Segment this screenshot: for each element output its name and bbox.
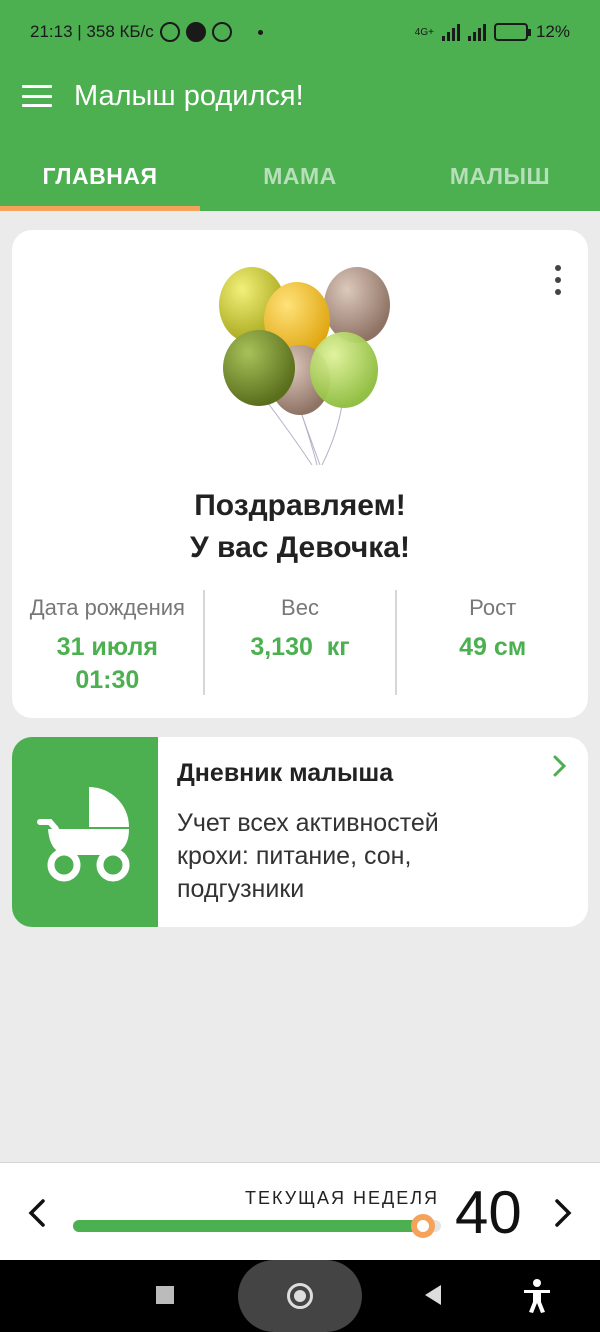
diary-icon-box [12, 737, 158, 927]
week-progress-track [73, 1214, 441, 1238]
stat-label: Вес [281, 595, 319, 620]
congrats-message: Поздравляем! У вас Девочка! [12, 485, 588, 569]
tab-mom[interactable]: МАМА [200, 140, 400, 211]
baby-diary-card[interactable]: Дневник малыша Учет всех активностей кро… [12, 737, 588, 927]
diary-description: Учет всех активностей крохи: питание, со… [177, 809, 439, 903]
signal-icon [441, 23, 460, 41]
next-week-chevron-icon[interactable] [548, 1193, 578, 1233]
status-left: 21:13 | 358 КБ/с [30, 22, 263, 42]
birth-time-value: 01:30 [75, 666, 140, 694]
birth-stats: Дата рождения 31 июля 01:30 Вес 3,130 кг… [12, 590, 588, 695]
balloons-illustration [219, 267, 390, 466]
stat-value: 31 июля 01:30 [12, 631, 203, 697]
birth-summary-card: Поздравляем! У вас Девочка! Дата рождени… [12, 230, 588, 718]
prev-week-chevron-icon[interactable] [22, 1193, 52, 1233]
app-title: Малыш родился! [74, 79, 304, 112]
system-nav-bar [0, 1260, 600, 1332]
current-week-panel: ТЕКУЩАЯ НЕДЕЛЯ 40 [0, 1162, 600, 1260]
status-bar: 21:13 | 358 КБ/с 4G+ 12% [0, 0, 600, 64]
stat-weight: Вес 3,130 кг [202, 590, 396, 695]
current-week-label: ТЕКУЩАЯ НЕДЕЛЯ [245, 1188, 440, 1208]
stat-height: Рост 49 см [395, 590, 588, 695]
current-week-number: 40 [455, 1179, 522, 1246]
status-right: 4G+ 12% [415, 22, 570, 42]
week-progress-knob[interactable] [410, 1214, 435, 1238]
network-type: 4G+ [414, 26, 434, 38]
height-value: 49 см [459, 633, 527, 661]
stat-label: Рост [469, 595, 517, 620]
weight-value: 3,130 кг [250, 633, 350, 661]
birth-date-value: 31 июля [56, 633, 158, 661]
more-vertical-icon[interactable] [553, 265, 563, 295]
app-bar: 21:13 | 358 КБ/с 4G+ 12% Малыш родился! … [0, 0, 600, 211]
status-time: 21:13 | 358 КБ/с [30, 22, 154, 41]
hamburger-menu-icon[interactable] [22, 85, 52, 107]
congrats-line2: У вас Девочка! [190, 531, 410, 564]
back-triangle-icon[interactable] [425, 1285, 441, 1305]
signal-icon-2 [467, 23, 486, 41]
week-progress-fill [73, 1220, 423, 1232]
more-notifications-dot-icon [257, 29, 263, 35]
chevron-right-icon[interactable] [547, 754, 571, 778]
battery-percent: 12% [535, 22, 570, 41]
tab-baby[interactable]: МАЛЫШ [400, 140, 600, 211]
tab-main[interactable]: ГЛАВНАЯ [0, 140, 200, 211]
accessibility-icon[interactable] [522, 1278, 552, 1314]
baby-stroller-icon [37, 787, 130, 882]
home-circle-icon[interactable] [287, 1283, 313, 1309]
alarm-icon [159, 22, 180, 42]
yandex-icon [211, 22, 232, 42]
tab-bar: ГЛАВНАЯ МАМА МАЛЫШ [0, 140, 600, 211]
app-notification-icon [185, 22, 206, 42]
toolbar: Малыш родился! [0, 64, 600, 128]
battery-icon [493, 23, 531, 41]
stat-birth-date: Дата рождения 31 июля 01:30 [12, 590, 203, 695]
recents-square-icon[interactable] [156, 1286, 174, 1304]
congrats-line1: Поздравляем! [194, 489, 406, 522]
diary-title: Дневник малыша [177, 759, 394, 787]
stat-label: Дата рождения [29, 595, 185, 620]
